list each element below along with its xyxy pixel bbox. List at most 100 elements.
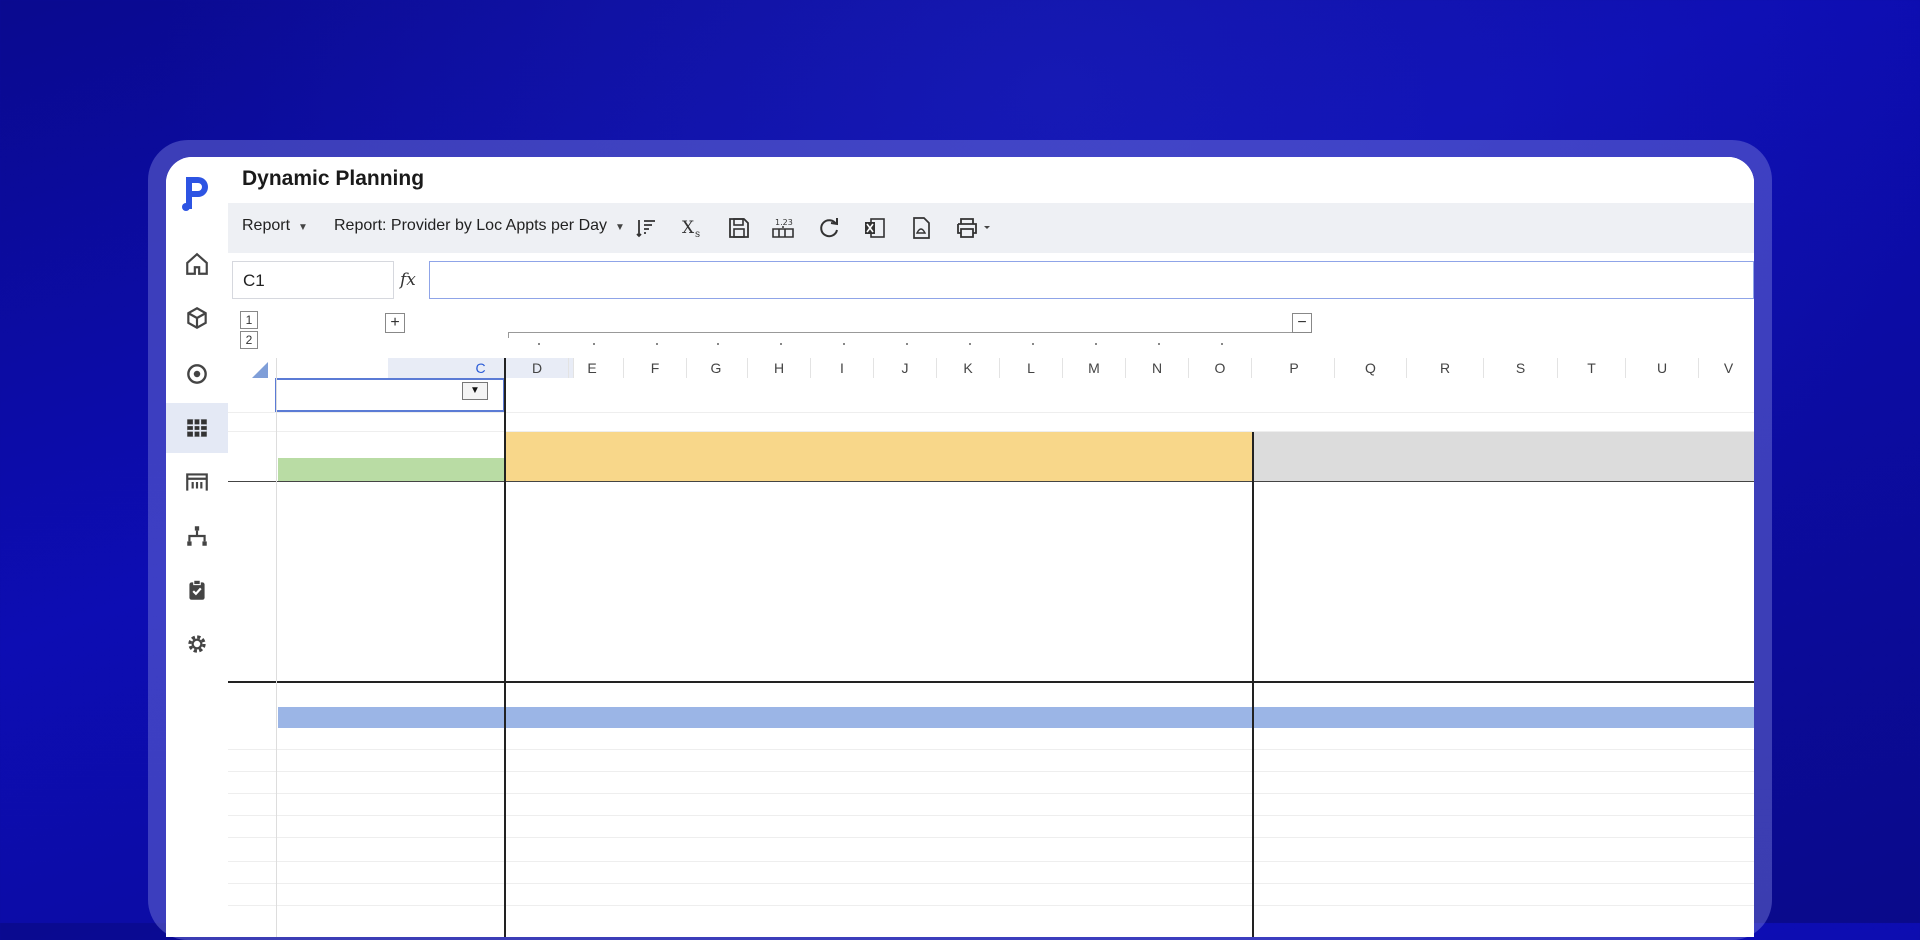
- month-header-bg: [1000, 432, 1063, 481]
- target-icon[interactable]: [166, 349, 228, 399]
- formula-bar: C1 fx: [228, 253, 1754, 311]
- column-header-j[interactable]: J: [874, 358, 937, 378]
- row-gridline: [228, 793, 1754, 794]
- report-selector-label: Report: Provider by Loc Appts per Day: [334, 217, 608, 234]
- column-group-tick: [508, 332, 509, 338]
- month-header-bg: [937, 432, 1000, 481]
- column-header-d[interactable]: D: [506, 358, 569, 378]
- row-gridline: [228, 749, 1754, 750]
- month-header-bg: [1335, 432, 1407, 481]
- month-header-bg: [506, 432, 569, 481]
- column-header-r[interactable]: R: [1407, 358, 1484, 378]
- chevron-down-icon: ▼: [298, 222, 308, 233]
- month-header-bg: [1558, 432, 1626, 481]
- column-header-n[interactable]: N: [1126, 358, 1189, 378]
- column-group-line: [508, 332, 1300, 333]
- column-header-u[interactable]: U: [1626, 358, 1699, 378]
- column-header-i[interactable]: I: [811, 358, 874, 378]
- ops-rate-band: [278, 707, 1754, 728]
- save-icon[interactable]: [726, 215, 752, 241]
- row-gridline: [228, 815, 1754, 816]
- group-dot-marker: [1157, 343, 1160, 345]
- month-header-bg: [685, 432, 748, 481]
- month-header-bg: [748, 432, 811, 481]
- cell-reference-box[interactable]: C1: [232, 261, 394, 299]
- column-header-s[interactable]: S: [1484, 358, 1558, 378]
- freeze-pane-divider: [504, 358, 506, 937]
- number-format-icon[interactable]: 1.23: [770, 215, 796, 241]
- group-dot-marker: [592, 343, 595, 345]
- month-header-bg: [1254, 432, 1335, 481]
- row-header-divider: [276, 358, 277, 937]
- group-dot-marker: [905, 343, 908, 345]
- column-header-k[interactable]: K: [937, 358, 1000, 378]
- spreadsheet-grid: 1 2 + − C D E F G H I J K L M N O P Q R S T U V ▼: [228, 311, 1754, 937]
- column-header-g[interactable]: G: [685, 358, 748, 378]
- column-header-l[interactable]: L: [1000, 358, 1063, 378]
- excel-export-icon[interactable]: [862, 215, 888, 241]
- month-header-bg: [874, 432, 937, 481]
- section-label-band: [278, 458, 506, 481]
- month-header-bg: [624, 432, 687, 481]
- column-header-m[interactable]: M: [1063, 358, 1126, 378]
- grid-icon[interactable]: [166, 403, 228, 453]
- home-icon[interactable]: [166, 239, 228, 289]
- row-gridline: [228, 412, 1754, 413]
- formula-input[interactable]: [429, 261, 1754, 299]
- report-selector[interactable]: Report: Provider by Loc Appts per Day ▼: [334, 217, 625, 235]
- column-header-t[interactable]: T: [1558, 358, 1626, 378]
- print-icon[interactable]: [954, 215, 998, 241]
- group-dot-marker: [1094, 343, 1097, 345]
- group-dot-marker: [968, 343, 971, 345]
- month-header-bg: [1699, 432, 1754, 481]
- gear-icon[interactable]: [166, 619, 228, 669]
- sort-icon[interactable]: [634, 215, 660, 241]
- subscript-icon[interactable]: Xs: [680, 215, 706, 241]
- group-dot-marker: [655, 343, 658, 345]
- svg-text:s: s: [695, 229, 700, 240]
- collapse-group-button[interactable]: −: [1292, 313, 1312, 333]
- outline-level-2-button[interactable]: 2: [240, 331, 258, 349]
- cube-icon[interactable]: [166, 293, 228, 343]
- report-menu-label: Report: [242, 217, 291, 234]
- clipboard-check-icon[interactable]: [166, 565, 228, 615]
- column-header-e[interactable]: E: [561, 358, 624, 378]
- row-gridline: [228, 905, 1754, 906]
- report-menu[interactable]: Report ▼: [242, 217, 308, 235]
- select-all-corner[interactable]: [228, 358, 276, 378]
- brand-logo: [182, 177, 208, 211]
- column-header-h[interactable]: H: [748, 358, 811, 378]
- row-gridline: [228, 837, 1754, 838]
- sidebar: [166, 157, 228, 937]
- provider-dropdown-icon[interactable]: ▼: [462, 382, 488, 400]
- year-divider: [1252, 432, 1254, 937]
- month-header-bg: [1063, 432, 1126, 481]
- chevron-down-icon: ▼: [615, 222, 625, 233]
- month-header-bg: [561, 432, 624, 481]
- column-header-p[interactable]: P: [1254, 358, 1335, 378]
- row-gridline: [228, 861, 1754, 862]
- svg-text:1.23: 1.23: [775, 218, 793, 227]
- refresh-icon[interactable]: [816, 215, 842, 241]
- app-title: Dynamic Planning: [242, 167, 425, 190]
- main-content: Dynamic Planning Report ▼ Report: Provide…: [228, 157, 1754, 937]
- total-divider: [228, 681, 1754, 683]
- column-header-f[interactable]: F: [624, 358, 687, 378]
- row-gridline: [228, 883, 1754, 884]
- month-header-bg: [1126, 432, 1189, 481]
- column-header-o[interactable]: O: [1189, 358, 1252, 378]
- column-header-v[interactable]: V: [1699, 358, 1754, 378]
- hierarchy-icon[interactable]: [166, 511, 228, 561]
- pdf-export-icon[interactable]: [908, 215, 934, 241]
- group-dot-marker: [537, 343, 540, 345]
- group-dot-marker: [1220, 343, 1223, 345]
- expand-group-button[interactable]: +: [385, 313, 405, 333]
- group-dot-marker: [779, 343, 782, 345]
- svg-text:X: X: [682, 218, 695, 238]
- month-header-bg: [811, 432, 874, 481]
- outline-level-1-button[interactable]: 1: [240, 311, 258, 329]
- building-icon[interactable]: [166, 457, 228, 507]
- column-header-q[interactable]: Q: [1335, 358, 1407, 378]
- month-header-bg: [1407, 432, 1484, 481]
- group-dot-marker: [1031, 343, 1034, 345]
